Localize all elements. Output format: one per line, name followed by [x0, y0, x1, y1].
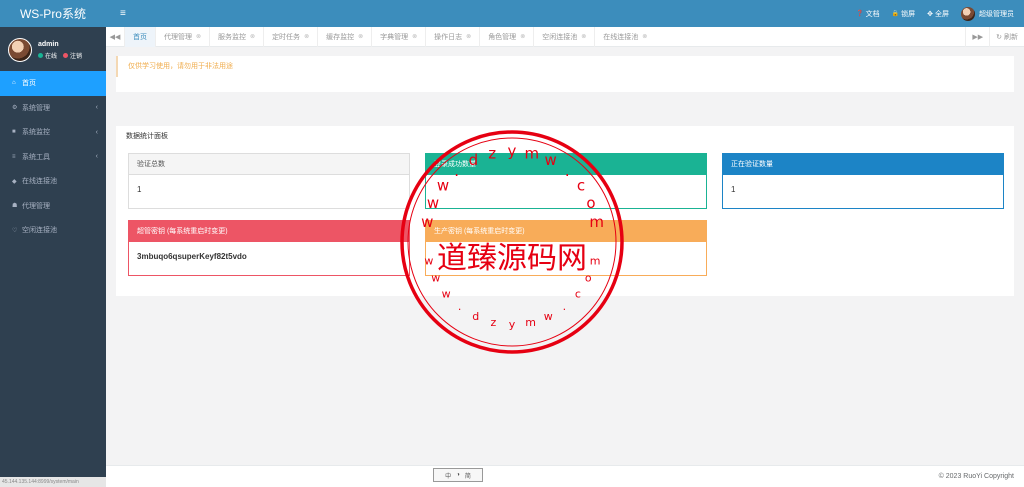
- heart-icon: ♡: [12, 227, 18, 234]
- sidebar-item-2[interactable]: ■ 系统监控 ‹: [0, 120, 106, 145]
- tab-2[interactable]: 服务监控 ⊗: [209, 26, 263, 47]
- diamond-icon: ◆: [12, 178, 17, 185]
- ime-toolbar[interactable]: 中 ◑ 简: [433, 468, 483, 482]
- sidebar-item-6[interactable]: ♡ 空闲连接池: [0, 218, 106, 243]
- sidebar-item-label: 代理管理: [22, 202, 50, 210]
- card-total-verify: 验证总数 1: [128, 153, 410, 209]
- tab-7[interactable]: 角色管理 ⊗: [479, 26, 533, 47]
- card-super-key: 超管密钥 (每系统重启时变更) 3mbuqo6qsuperKeyf82t5vdo: [128, 220, 410, 276]
- notice-text: 仅供学习使用，请勿用于非法用途: [116, 56, 1014, 77]
- tab-next-icon[interactable]: ▶▶: [965, 26, 989, 47]
- sidebar: WS-Pro系统 admin 在线 注销 ⌂ 首页 ⚙ 系统管理 ‹ ■ 系统监控 ‹ ≡ 系统工…: [0, 0, 106, 487]
- chevron-left-icon: ‹: [95, 104, 98, 112]
- gear-icon: ⚙: [12, 105, 18, 112]
- chevron-left-icon: ‹: [95, 128, 98, 136]
- sidebar-item-0[interactable]: ⌂ 首页: [0, 71, 106, 96]
- top-navbar: ≡ ❓ 文档 🔒 锁屏 ✥ 全屏 超级管理员: [106, 0, 1024, 27]
- sidebar-item-5[interactable]: ☗ 代理管理: [0, 194, 106, 219]
- status-bar-url: 45.144.135.144:8999/system/main: [0, 477, 106, 487]
- copyright: © 2023 RuoYi Copyright: [938, 473, 1014, 480]
- tab-8[interactable]: 空闲连接池 ⊗: [533, 26, 594, 47]
- tab-4[interactable]: 缓存监控 ⊗: [317, 26, 371, 47]
- card-value: 1: [731, 185, 736, 194]
- close-icon[interactable]: ⊗: [520, 33, 525, 40]
- docs-link[interactable]: ❓ 文档: [856, 9, 879, 19]
- close-icon[interactable]: ⊗: [466, 33, 471, 40]
- logout-link[interactable]: 注销: [63, 51, 82, 60]
- close-icon[interactable]: ⊗: [581, 33, 586, 40]
- moon-icon: ◑: [456, 472, 460, 478]
- sidebar-item-label: 系统工具: [22, 153, 50, 161]
- tab-9[interactable]: 在线连接池 ⊗: [594, 26, 655, 47]
- stats-title: 数据统计面板: [126, 133, 168, 140]
- tab-3[interactable]: 定时任务 ⊗: [263, 26, 317, 47]
- close-icon[interactable]: ⊗: [304, 33, 309, 40]
- card-login-success: 登录成功数量: [425, 153, 707, 209]
- close-icon[interactable]: ⊗: [412, 33, 417, 40]
- sidebar-item-label: 在线连接池: [22, 178, 57, 186]
- sidebar-item-label: 空闲连接池: [22, 227, 57, 235]
- stats-panel: 数据统计面板 验证总数 1 登录成功数量 正在验证数量 1 超管密钥 (每系统重…: [116, 126, 1014, 296]
- card-value: 1: [137, 185, 142, 194]
- fullscreen-icon: ✥: [927, 10, 933, 18]
- bars-icon: ≡: [12, 153, 16, 160]
- lock-screen-link[interactable]: 🔒 锁屏: [892, 9, 915, 19]
- top-avatar: [961, 6, 975, 21]
- card-value[interactable]: 3mbuqo6qsuperKeyf82t5vdo: [129, 242, 409, 272]
- sidebar-menu: ⌂ 首页 ⚙ 系统管理 ‹ ■ 系统监控 ‹ ≡ 系统工具 ‹ ◆ 在线连接池 ☗ 代理管理 ♡ 空闲连接池: [0, 71, 106, 243]
- footer: 中 ◑ 简 © 2023 RuoYi Copyright: [106, 465, 1024, 487]
- sidebar-item-label: 首页: [22, 80, 36, 88]
- lock-icon: 🔒: [891, 11, 900, 17]
- user-panel: admin 在线 注销: [0, 31, 106, 69]
- menu-toggle-icon[interactable]: ≡: [120, 8, 126, 19]
- tab-prev-icon[interactable]: ◀◀: [106, 33, 124, 41]
- card-verifying: 正在验证数量 1: [722, 153, 1004, 209]
- tab-0[interactable]: 首页: [124, 26, 155, 47]
- sidebar-item-label: 系统管理: [22, 104, 50, 112]
- users-icon: ☗: [12, 203, 18, 210]
- close-icon[interactable]: ⊗: [196, 33, 201, 40]
- refresh-icon: ↻: [996, 33, 1002, 41]
- chevron-left-icon: ‹: [95, 153, 98, 161]
- question-icon: ❓: [856, 11, 864, 17]
- tab-6[interactable]: 操作日志 ⊗: [425, 26, 479, 47]
- close-icon[interactable]: ⊗: [642, 33, 647, 40]
- sidebar-item-label: 系统监控: [22, 129, 50, 137]
- tab-list: 首页 代理管理 ⊗ 服务监控 ⊗ 定时任务 ⊗ 缓存监控 ⊗ 字典管理 ⊗ 操作日志 ⊗ 角色管理 ⊗ 空闲连…: [124, 26, 655, 47]
- online-dot-icon: [38, 53, 43, 59]
- close-icon[interactable]: ⊗: [358, 33, 363, 40]
- sidebar-item-4[interactable]: ◆ 在线连接池: [0, 169, 106, 194]
- close-icon[interactable]: ⊗: [250, 33, 255, 40]
- refresh-button[interactable]: ↻ 刷新: [989, 26, 1024, 47]
- sidebar-item-1[interactable]: ⚙ 系统管理 ‹: [0, 96, 106, 121]
- video-icon: ■: [12, 129, 16, 136]
- home-icon: ⌂: [12, 80, 16, 87]
- user-name: admin: [38, 40, 59, 48]
- fullscreen-link[interactable]: ✥ 全屏: [927, 9, 949, 19]
- card-production-key: 生产密钥 (每系统重启时变更): [425, 220, 707, 276]
- logout-dot-icon: [63, 53, 69, 59]
- sidebar-item-3[interactable]: ≡ 系统工具 ‹: [0, 145, 106, 170]
- tab-5[interactable]: 字典管理 ⊗: [371, 26, 425, 47]
- page-tabs: ◀◀ 首页 代理管理 ⊗ 服务监控 ⊗ 定时任务 ⊗ 缓存监控 ⊗ 字典管理 ⊗ 操作日志 ⊗ 角色管理 ⊗…: [106, 26, 1024, 47]
- user-menu[interactable]: 超级管理员: [961, 6, 1014, 21]
- tab-1[interactable]: 代理管理 ⊗: [155, 26, 209, 47]
- online-status: 在线: [38, 51, 57, 60]
- user-avatar[interactable]: [8, 38, 32, 62]
- app-title[interactable]: WS-Pro系统: [0, 0, 106, 27]
- main-content: 仅供学习使用，请勿用于非法用途 数据统计面板 验证总数 1 登录成功数量 正在验…: [106, 47, 1024, 465]
